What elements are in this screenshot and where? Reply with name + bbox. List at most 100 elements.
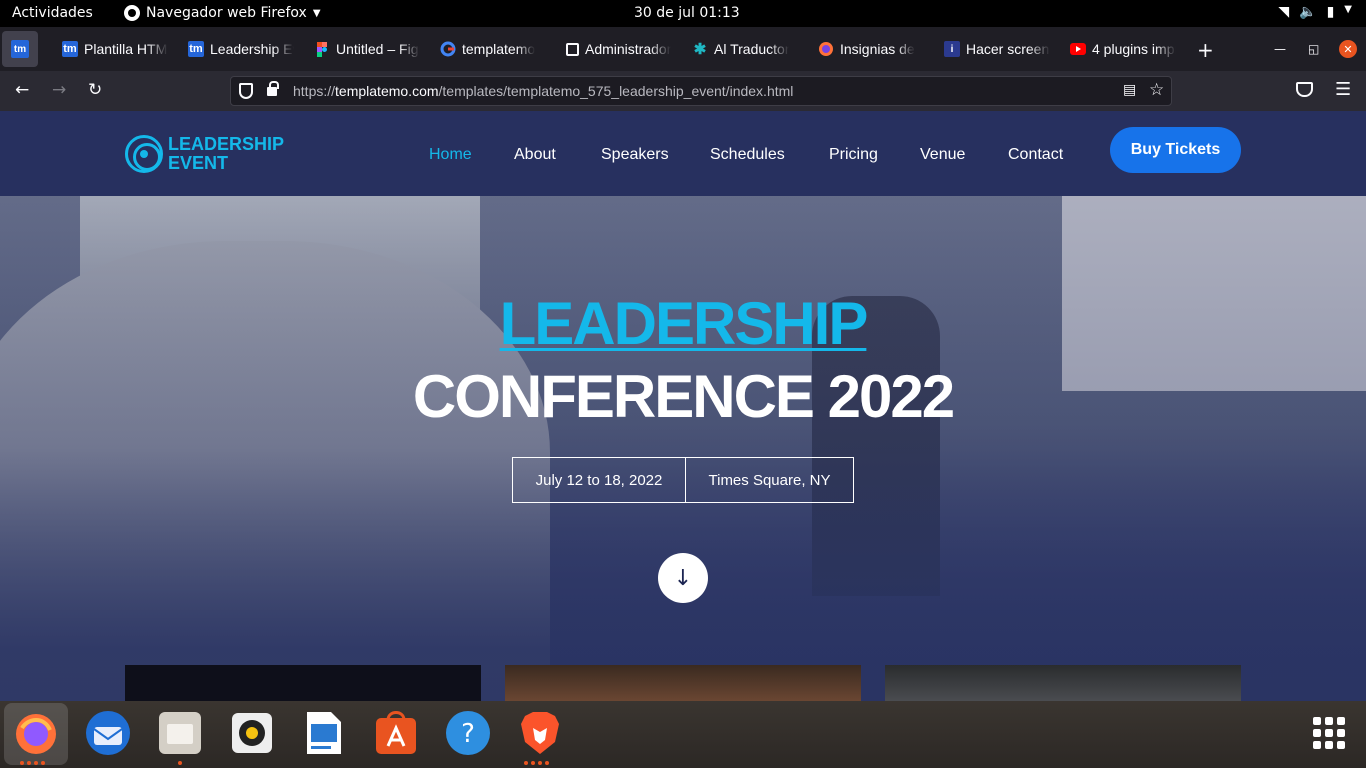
folder-icon [159,712,201,754]
hero-title-accent[interactable]: LEADERSHIP [0,289,1366,358]
preview-card[interactable] [885,665,1241,701]
forward-button[interactable]: → [52,80,66,100]
tab-label: Untitled – Figma [336,41,420,57]
tab-youtube[interactable]: 4 plugins imprescindibles [1070,27,1176,71]
tab-label: Hacer screenshot [966,41,1050,57]
tab-google-search[interactable]: templatemo [440,27,546,71]
dock-rhythmbox[interactable] [227,708,277,758]
figma-icon [314,41,330,57]
url-bar[interactable]: https://templatemo.com/templates/templat… [230,76,1172,106]
nav-speakers[interactable]: Speakers [601,146,669,164]
site-header: LEADERSHIP EVENT Home About Speakers Sch… [0,111,1366,196]
logo-line-2: EVENT [168,153,229,173]
tab-label: Al Traductor [714,41,790,57]
dock-libreoffice-writer[interactable] [299,708,349,758]
app-menu-label: Navegador web Firefox [146,5,307,21]
svg-text:?: ? [461,719,475,749]
translator-icon: ✱ [693,41,707,58]
shopping-bag-icon [376,711,416,754]
caret-down-icon: ▼ [312,7,321,19]
hero-section: LEADERSHIP CONFERENCE 2022 July 12 to 18… [0,196,1366,701]
arrow-down-icon[interactable]: ↓ [658,553,708,603]
dock-running-indicator [178,761,182,765]
site-logo[interactable]: LEADERSHIP EVENT [168,135,284,173]
bookmark-star-icon[interactable]: ☆ [1149,80,1164,100]
tab-al-traductor[interactable]: ✱ Al Traductor [692,27,798,71]
puzzle-icon [566,42,579,56]
caret-down-icon: ▼ [1344,4,1352,15]
dock-help[interactable]: ? [443,708,493,758]
tab-label: templatemo [462,41,536,57]
clock[interactable]: 30 de jul 01:13 [634,5,740,21]
buy-tickets-button[interactable]: Buy Tickets [1110,127,1241,173]
new-tab-button[interactable]: + [1197,38,1214,62]
back-button[interactable]: ← [15,80,29,100]
system-tray[interactable]: ◥ 🔈 ▮ ▼ [1278,4,1352,20]
event-date: July 12 to 18, 2022 [512,457,686,503]
dock-thunderbird[interactable] [83,708,133,758]
tab-hacer-screenshot[interactable]: i Hacer screenshot [944,27,1050,71]
nav-contact[interactable]: Contact [1008,146,1063,164]
preview-card[interactable] [125,665,481,701]
lock-icon[interactable] [267,81,279,96]
dock-files[interactable] [155,708,205,758]
nav-home[interactable]: Home [429,146,472,164]
nav-pricing[interactable]: Pricing [829,146,878,164]
url-text[interactable]: https://templatemo.com/templates/templat… [293,83,793,99]
app-menu[interactable]: Navegador web Firefox ▼ [124,5,321,21]
help-icon: ? [446,711,490,755]
hero-title: CONFERENCE 2022 [412,363,955,430]
nav-about[interactable]: About [514,146,556,164]
letter-i-icon: i [944,41,960,57]
tab-administrador[interactable]: Administrador [566,27,672,71]
firefox-icon [16,714,56,754]
tab-label: Administrador [585,41,672,57]
minimize-button[interactable]: — [1274,42,1286,56]
nav-venue[interactable]: Venue [920,146,965,164]
tab-figma[interactable]: Untitled – Figma [314,27,420,71]
firefox-icon [124,5,140,21]
templatemo-icon: tm [188,41,204,57]
document-icon [307,712,341,754]
maximize-button[interactable]: ◱ [1308,42,1319,56]
preview-card[interactable] [505,665,861,701]
firefox-icon [818,41,834,57]
google-icon [440,41,456,57]
activities-button[interactable]: Actividades [12,5,93,21]
hamburger-menu-icon[interactable]: ☰ [1335,79,1351,100]
tracking-protection-icon[interactable] [239,83,253,99]
show-applications-button[interactable] [1313,717,1345,749]
tab-pinned[interactable]: tm [2,31,38,67]
tab-label: Leadership Event [210,41,294,57]
tab-insignias[interactable]: Insignias de [818,27,924,71]
speaker-icon [232,713,272,753]
web-page: LEADERSHIP EVENT Home About Speakers Sch… [0,111,1366,701]
logo-icon[interactable] [125,135,163,173]
tab-label: Insignias de [840,41,915,57]
logo-line-1: LEADERSHIP [168,134,285,154]
pocket-icon[interactable] [1296,82,1313,97]
wifi-icon: ◥ [1278,4,1290,20]
tab-label: 4 plugins imprescindibles [1092,41,1176,57]
tab-leadership-event[interactable]: tm Leadership Event [188,27,294,71]
battery-icon: ▮ [1326,4,1335,20]
templatemo-icon: tm [62,41,78,57]
close-window-button[interactable]: ✕ [1339,40,1357,58]
event-location: Times Square, NY [685,457,854,503]
dock-app-center[interactable] [371,708,421,758]
system-top-bar: Actividades Navegador web Firefox ▼ 30 d… [0,0,1366,27]
url-domain: templatemo.com [335,83,439,99]
templatemo-icon: tm [11,40,29,58]
tab-plantilla-html[interactable]: tm Plantilla HTML [62,27,168,71]
url-prefix: https:// [293,83,336,99]
youtube-icon [1070,41,1086,57]
dock-running-indicator [20,761,45,765]
reload-button[interactable]: ↻ [88,80,102,100]
dock-running-indicator [524,761,549,765]
reader-view-icon[interactable]: ▤ [1123,82,1136,98]
nav-schedules[interactable]: Schedules [710,146,785,164]
dock-brave[interactable] [515,708,565,758]
brave-lion-icon [521,712,559,754]
hero-overlay [0,196,1366,701]
dock-firefox[interactable] [4,703,68,765]
